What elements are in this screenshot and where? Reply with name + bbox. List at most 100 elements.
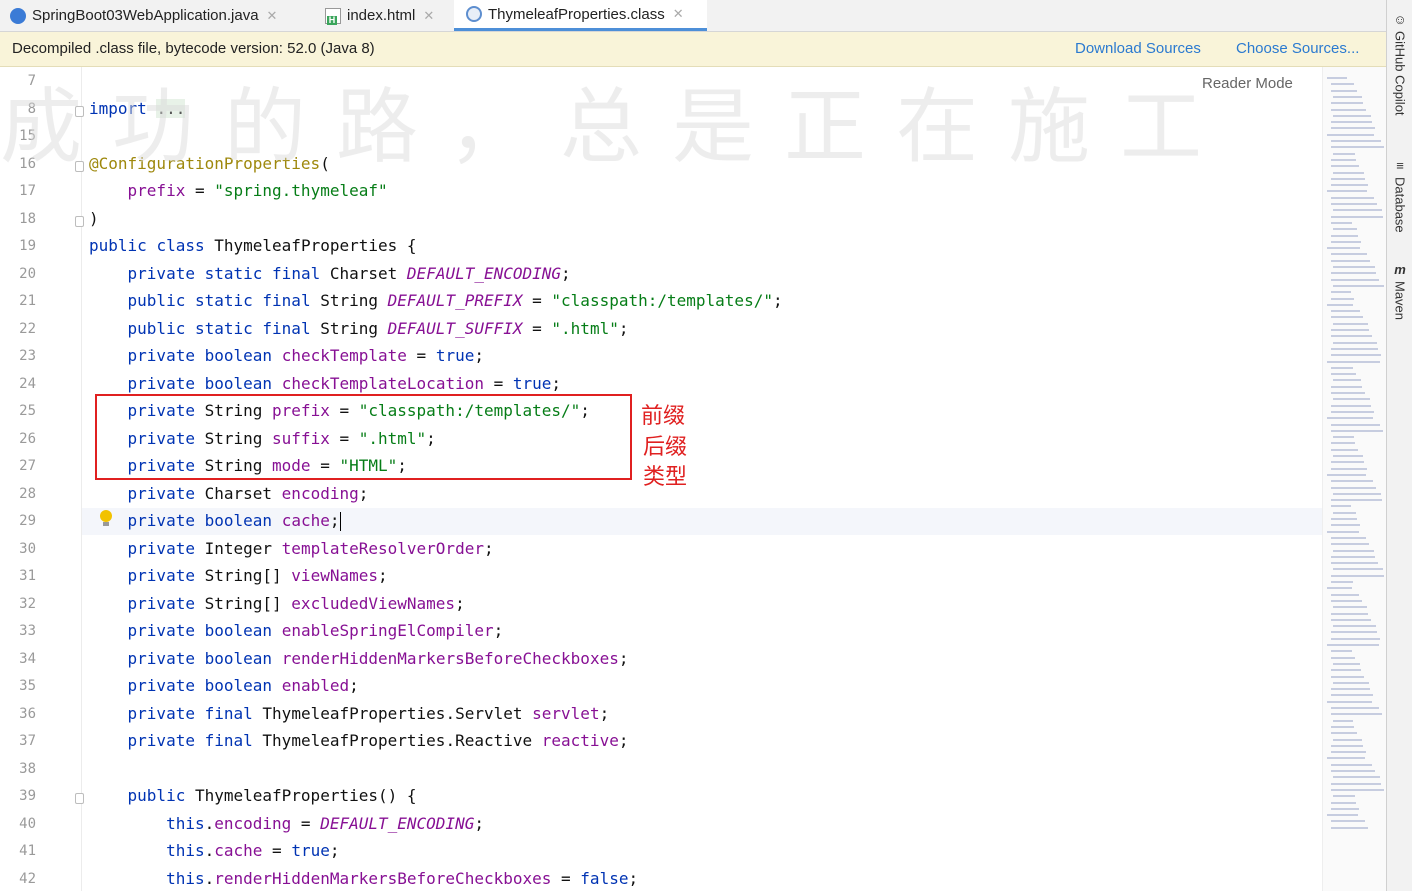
minimap-line — [1327, 417, 1373, 420]
minimap-line — [1331, 347, 1378, 350]
reader-mode-button[interactable]: Reader Mode — [1202, 75, 1293, 92]
decompiled-notice-bar: Decompiled .class file, bytecode version… — [0, 32, 1386, 67]
minimap-line — [1333, 625, 1376, 628]
minimap-line — [1331, 234, 1358, 237]
close-icon[interactable]: ✕ — [267, 8, 278, 24]
minimap-line — [1331, 581, 1353, 583]
minimap-line — [1331, 272, 1376, 275]
minimap-line — [1331, 385, 1362, 388]
minimap-line — [1331, 807, 1359, 810]
minimap-line — [1327, 530, 1359, 533]
code-line: private String[] excludedViewNames; — [127, 593, 465, 613]
minimap-line — [1331, 329, 1369, 331]
intention-bulb-icon[interactable] — [100, 510, 112, 526]
code-line: private boolean enabled; — [127, 676, 359, 695]
minimap-line — [1331, 423, 1380, 426]
minimap-line — [1331, 820, 1365, 823]
annotation-suffix: 后缀 — [643, 435, 688, 460]
maven-icon: m — [1394, 262, 1406, 277]
minimap-line — [1333, 152, 1355, 155]
minimap-line — [1331, 499, 1382, 502]
minimap-line — [1327, 700, 1372, 703]
minimap-line — [1333, 398, 1370, 401]
line-number: 29 — [19, 513, 36, 529]
minimap-line — [1331, 442, 1355, 445]
code-line: public class ThymeleafProperties { — [89, 236, 417, 255]
line-number-gutter[interactable]: 7 8 15 16 17 18 19 20 21 22 23 24 25 26 27 28 29 30 31 32 33… — [0, 67, 84, 891]
code-minimap[interactable] — [1322, 67, 1386, 891]
code-line: private static final Charset DEFAULT_ENC… — [127, 263, 571, 283]
minimap-line — [1331, 335, 1372, 338]
minimap-line — [1333, 114, 1371, 117]
line-number: 24 — [19, 375, 36, 392]
minimap-line — [1331, 732, 1357, 735]
code-line: public ThymeleafProperties() { — [127, 786, 417, 805]
tool-label: GitHub Copilot — [1392, 31, 1408, 116]
line-number: 35 — [19, 678, 36, 694]
minimap-line — [1331, 310, 1360, 313]
database-tool[interactable]: ≡ Database — [1387, 158, 1412, 233]
close-icon[interactable]: ✕ — [423, 8, 434, 24]
minimap-line — [1331, 826, 1368, 829]
annotation-type: 类型 — [643, 465, 688, 490]
code-line: private boolean checkTemplate = true; — [127, 346, 484, 365]
minimap-line — [1331, 316, 1363, 319]
minimap-line — [1331, 291, 1351, 294]
line-number: 19 — [19, 238, 36, 254]
line-number: 23 — [19, 348, 36, 364]
minimap-line — [1333, 662, 1360, 665]
code-line: private final ThymeleafProperties.Reacti… — [127, 731, 629, 750]
minimap-line — [1331, 713, 1382, 716]
code-line: import ... — [89, 98, 186, 118]
minimap-line — [1333, 549, 1374, 552]
minimap-line — [1331, 429, 1383, 432]
minimap-line — [1331, 618, 1371, 621]
tab-index-html[interactable]: index.html ✕ — [325, 0, 434, 31]
minimap-line — [1333, 228, 1357, 231]
minimap-line — [1331, 524, 1360, 527]
minimap-line — [1331, 448, 1358, 451]
code-line: private Integer templateResolverOrder; — [127, 538, 494, 558]
minimap-line — [1331, 404, 1371, 407]
minimap-line — [1327, 360, 1380, 363]
code-line: this.renderHiddenMarkersBeforeCheckboxes… — [166, 868, 639, 888]
minimap-line — [1333, 492, 1381, 495]
minimap-line — [1331, 215, 1383, 218]
minimap-line — [1331, 259, 1370, 262]
minimap-line — [1331, 631, 1377, 634]
minimap-line — [1331, 555, 1375, 558]
code-line: ) — [89, 208, 99, 228]
minimap-line — [1327, 247, 1360, 250]
line-number: 8 — [27, 100, 36, 117]
minimap-line — [1331, 688, 1370, 691]
line-number: 20 — [19, 265, 36, 282]
line-number: 18 — [19, 210, 36, 227]
maven-tool[interactable]: m Maven — [1387, 262, 1412, 320]
editor-tab-bar: SpringBoot03WebApplication.java ✕ index.… — [0, 0, 1386, 32]
minimap-line — [1331, 543, 1369, 546]
minimap-line — [1331, 480, 1373, 483]
tab-thymeleaf-properties[interactable]: ThymeleafProperties.class ✕ — [454, 0, 707, 31]
minimap-line — [1331, 203, 1377, 205]
github-copilot-tool[interactable]: ☺ GitHub Copilot — [1387, 12, 1412, 116]
minimap-line — [1333, 719, 1353, 722]
copilot-icon: ☺ — [1393, 12, 1407, 27]
download-sources-link[interactable]: Download Sources — [1075, 40, 1201, 57]
choose-sources-link[interactable]: Choose Sources... — [1236, 40, 1359, 57]
minimap-line — [1331, 177, 1365, 180]
close-icon[interactable]: ✕ — [673, 6, 684, 22]
minimap-line — [1333, 776, 1380, 779]
minimap-line — [1331, 278, 1379, 281]
minimap-line — [1331, 158, 1356, 161]
minimap-line — [1327, 190, 1367, 193]
line-number: 39 — [19, 788, 36, 804]
minimap-line — [1331, 801, 1356, 804]
tab-springboot-application[interactable]: SpringBoot03WebApplication.java ✕ — [10, 0, 277, 31]
tab-label: index.html — [347, 7, 416, 24]
minimap-line — [1331, 562, 1378, 565]
minimap-line — [1331, 366, 1353, 369]
database-icon: ≡ — [1396, 158, 1404, 173]
minimap-line — [1331, 373, 1356, 376]
line-number: 38 — [19, 760, 36, 777]
minimap-line — [1333, 568, 1383, 571]
